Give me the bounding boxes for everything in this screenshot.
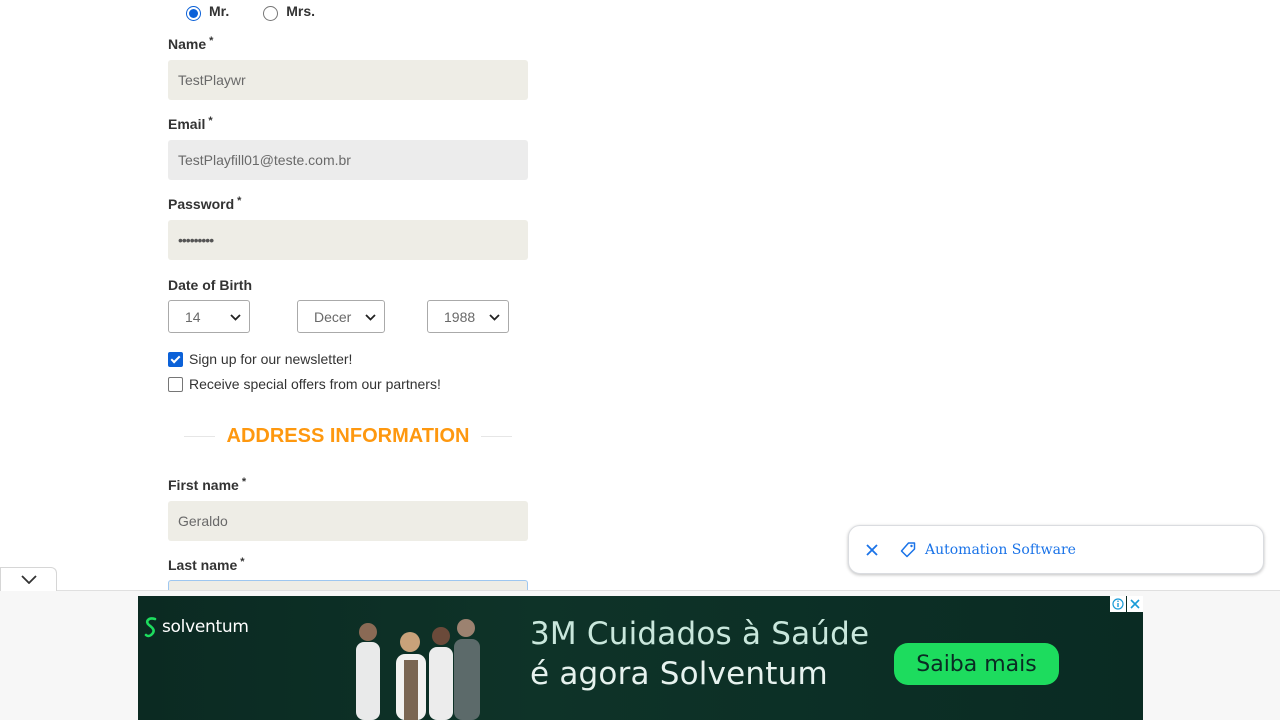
ad-headline: 3M Cuidados à Saúde é agora Solventum (530, 614, 869, 694)
newsletter-checkbox[interactable] (168, 351, 183, 367)
dob-year-value: 1988 (444, 308, 476, 325)
name-label-text: Name (168, 36, 207, 52)
chevron-down-icon (225, 310, 245, 324)
offers-checkbox[interactable] (168, 376, 183, 392)
last-name-label-text: Last name (168, 557, 238, 573)
close-icon[interactable] (1127, 596, 1143, 612)
title-option-mr[interactable]: Mr. (186, 3, 230, 21)
search-chip-popup: Automation Software (848, 525, 1264, 574)
ad-banner[interactable]: solventum 3M Cuidados à Saúde é agora So… (138, 596, 1143, 720)
radio-mr-label: Mr. (209, 3, 230, 19)
name-label: Name * (168, 35, 214, 52)
ad-headline-line2: é agora Solventum (530, 656, 828, 692)
last-name-label: Last name * (168, 556, 245, 573)
password-label: Password * (168, 195, 242, 212)
ad-badges (1109, 596, 1143, 612)
ad-collapse-button[interactable] (0, 567, 57, 591)
ad-brand-name: solventum (162, 617, 249, 637)
required-mark: * (208, 115, 213, 127)
ad-cta-button[interactable]: Saiba mais (894, 643, 1059, 685)
email-label-text: Email (168, 116, 206, 132)
close-icon[interactable] (865, 543, 879, 557)
offers-label: Receive special offers from our partners… (189, 376, 441, 392)
dob-day-select[interactable]: 14 (168, 300, 250, 333)
radio-mrs[interactable] (263, 5, 279, 21)
chip-link[interactable]: Automation Software (925, 542, 1076, 558)
name-input-value: TestPlaywr (178, 72, 246, 88)
page: Mr. Mrs. Name * TestPlaywr Email * TestPla… (0, 0, 1280, 720)
password-input-value: ••••••••• (178, 232, 214, 248)
divider (481, 435, 512, 437)
chevron-down-icon (20, 571, 37, 589)
newsletter-row[interactable]: Sign up for our newsletter! (168, 351, 352, 367)
tag-icon (899, 541, 917, 559)
dob-day-value: 14 (185, 308, 201, 325)
email-input[interactable]: TestPlayfill01@teste.com.br (168, 140, 528, 180)
newsletter-label: Sign up for our newsletter! (189, 351, 353, 367)
required-mark: * (241, 476, 247, 488)
ad-headline-line1: 3M Cuidados à Saúde (530, 616, 870, 652)
required-mark: * (209, 35, 214, 47)
name-input[interactable]: TestPlaywr (168, 60, 528, 100)
address-section-title-text: ADDRESS INFORMATION (226, 424, 470, 447)
first-name-label-text: First name (168, 477, 239, 493)
radio-mrs-label: Mrs. (286, 3, 316, 19)
title-option-mrs[interactable]: Mrs. (263, 3, 316, 21)
first-name-input-value: Geraldo (178, 513, 228, 529)
chevron-down-icon (484, 310, 504, 324)
required-mark: * (237, 195, 242, 207)
password-label-text: Password (168, 196, 235, 212)
email-input-value: TestPlayfill01@teste.com.br (178, 152, 351, 168)
dob-year-select[interactable]: 1988 (427, 300, 509, 333)
dob-label: Date of Birth (168, 277, 252, 293)
people-image (356, 619, 480, 720)
first-name-label: First name * (168, 476, 247, 493)
dob-month-value: Decer (314, 308, 352, 325)
divider (184, 435, 215, 437)
required-mark: * (240, 556, 245, 568)
dob-month-select[interactable]: Decer (297, 300, 385, 333)
ad-brand-logo: solventum (144, 616, 249, 638)
title-radio-group: Mr. Mrs. (186, 0, 349, 22)
dob-label-text: Date of Birth (168, 277, 252, 293)
email-label: Email * (168, 115, 213, 132)
info-icon[interactable] (1110, 596, 1126, 612)
solventum-logo-icon (144, 617, 157, 638)
password-input[interactable]: ••••••••• (168, 220, 528, 260)
address-section-title: ADDRESS INFORMATION (184, 424, 512, 448)
chevron-down-icon (360, 310, 380, 324)
radio-mr[interactable] (186, 5, 201, 21)
offers-row[interactable]: Receive special offers from our partners… (168, 376, 441, 392)
first-name-input[interactable]: Geraldo (168, 501, 528, 541)
